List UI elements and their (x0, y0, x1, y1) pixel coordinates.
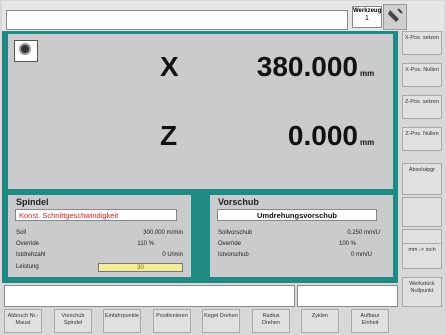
message-bar (4, 285, 295, 307)
softkey-z-pos-zero[interactable]: Z-Pos. Nullen (402, 127, 442, 151)
title-field (6, 10, 348, 30)
softkey-cone-turning[interactable]: Kegel Drehen (202, 309, 240, 333)
bottom-softkey-bar: Abbruch Nr.-Maust Vorschub Spindel Einfa… (2, 309, 400, 333)
tool-indicator: Werkzeug 1 (352, 6, 382, 28)
right-softkey-column: X-Pos. setzen X-Pos. Nullen Z-Pos. setze… (400, 31, 445, 331)
axis-z-label: Z (160, 120, 178, 151)
axis-x-label: X (160, 51, 179, 82)
softkey-feed-spindle[interactable]: Vorschub Spindel (54, 309, 92, 333)
spindle-row-label: Override (16, 241, 40, 247)
softkey-z-pos-set[interactable]: Z-Pos. setzen (402, 95, 442, 119)
softkey-x-pos-set[interactable]: X-Pos. setzen (402, 31, 442, 55)
spindle-mode: Konst. Schnittgeschwindigkeit (15, 209, 177, 221)
softkey-workpiece-zero[interactable]: Werkstück Nullpunkt (402, 277, 442, 307)
status-bar (297, 285, 398, 307)
feed-row-label: Sollvorschub (218, 230, 253, 236)
softkey-approach-points[interactable]: Einfahrpunkte (103, 309, 141, 333)
softkey-abort[interactable]: Abbruch Nr.-Maust (4, 309, 42, 333)
softkey-positioning[interactable]: Positionieren (153, 309, 191, 333)
feed-row-label: Istvorschub (218, 252, 249, 258)
spindle-load-bar: 30 (98, 263, 183, 272)
feed-mode: Umdrehungsvorschub (217, 209, 377, 221)
feed-title: Vorschub (218, 197, 259, 207)
tool-icon (388, 8, 403, 22)
softkey-setup-unit[interactable]: Aufbaur Einheit (351, 309, 389, 333)
spindle-row-label: Istdrehzahl (16, 252, 46, 258)
spindle-row-value: 300.000 m/min (143, 230, 183, 236)
spindle-row-value: 110 % (137, 241, 154, 247)
top-bar: Werkzeug 1 (2, 1, 444, 31)
machine-logo (14, 40, 38, 62)
feed-row-value: 100 % (338, 241, 356, 247)
softkey-mm-inch[interactable]: mm -> inch (402, 243, 442, 269)
feed-row-label: Override (218, 241, 242, 247)
feed-row-value: 0 mm/U (351, 252, 372, 258)
spindle-panel: Spindel Konst. Schnittgeschwindigkeit So… (8, 195, 191, 277)
softkey-radius-turning[interactable]: Radius Drehen (252, 309, 290, 333)
tool-label: Werkzeug (353, 8, 382, 14)
softkey-empty-1[interactable] (402, 197, 442, 227)
spindle-title: Spindel (16, 197, 49, 207)
spindle-row-label: Leistung (16, 264, 39, 270)
axis-z-value: 0.000 (287, 120, 358, 151)
feed-panel: Vorschub Umdrehungsvorschub Sollvorschub… (210, 195, 393, 277)
spindle-row-value: 0 U/min (162, 252, 183, 258)
main-panel: X 380.000 mm Z 0.000 mm Spindel Konst. S… (2, 31, 398, 283)
softkey-absolute[interactable]: Absolutpgr (402, 163, 442, 195)
axis-display: X 380.000 mm Z 0.000 mm (8, 34, 393, 189)
spindle-row-label: Soll (16, 230, 27, 236)
softkey-x-pos-zero[interactable]: X-Pos. Nullen (402, 63, 442, 87)
axis-x-unit: mm (360, 69, 375, 78)
axis-x-value: 380.000 (256, 51, 358, 82)
tool-number: 1 (365, 15, 369, 22)
softkey-cycles[interactable]: Zyklen (301, 309, 339, 333)
axis-z-unit: mm (360, 138, 375, 147)
tool-change-button[interactable] (383, 4, 407, 30)
feed-row-value: 0.250 mm/U (347, 230, 380, 236)
